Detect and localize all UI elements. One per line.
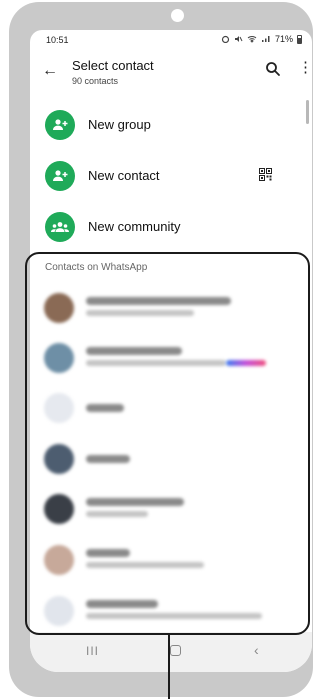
battery-percent: 71% bbox=[274, 34, 293, 44]
page-title: Select contact bbox=[72, 58, 154, 73]
qr-code-icon[interactable] bbox=[259, 168, 272, 181]
status-time: 10:51 bbox=[46, 35, 69, 45]
new-group-button[interactable]: New group bbox=[30, 100, 312, 150]
status-icons: 71% bbox=[221, 34, 302, 44]
new-group-label: New group bbox=[88, 117, 151, 132]
community-icon bbox=[45, 212, 75, 242]
app-bar: ← Select contact 90 contacts ⋮ bbox=[30, 52, 312, 96]
new-community-label: New community bbox=[88, 219, 181, 234]
contacts-highlight-box bbox=[25, 252, 310, 635]
battery-icon bbox=[297, 34, 302, 44]
signal-icon bbox=[261, 36, 270, 42]
contact-count: 90 contacts bbox=[72, 76, 119, 86]
mute-icon bbox=[234, 36, 243, 42]
home-icon[interactable] bbox=[170, 645, 181, 656]
wifi-icon bbox=[247, 36, 257, 43]
new-contact-label: New contact bbox=[88, 168, 160, 183]
callout-line bbox=[168, 635, 170, 699]
group-add-icon bbox=[45, 110, 75, 140]
back-arrow-icon[interactable]: ← bbox=[42, 62, 58, 80]
recents-icon[interactable]: III bbox=[86, 644, 99, 658]
search-icon[interactable] bbox=[264, 60, 282, 78]
person-add-icon bbox=[45, 161, 75, 191]
system-nav-bar: III ‹ bbox=[30, 632, 312, 672]
camera-icon bbox=[171, 9, 184, 22]
more-options-icon[interactable]: ⋮ bbox=[298, 60, 312, 75]
status-bar: 10:51 71% bbox=[30, 30, 312, 52]
nav-back-icon[interactable]: ‹ bbox=[254, 642, 259, 658]
alarm-icon bbox=[221, 35, 230, 43]
new-contact-button[interactable]: New contact bbox=[30, 151, 312, 201]
new-community-button[interactable]: New community bbox=[30, 202, 312, 252]
